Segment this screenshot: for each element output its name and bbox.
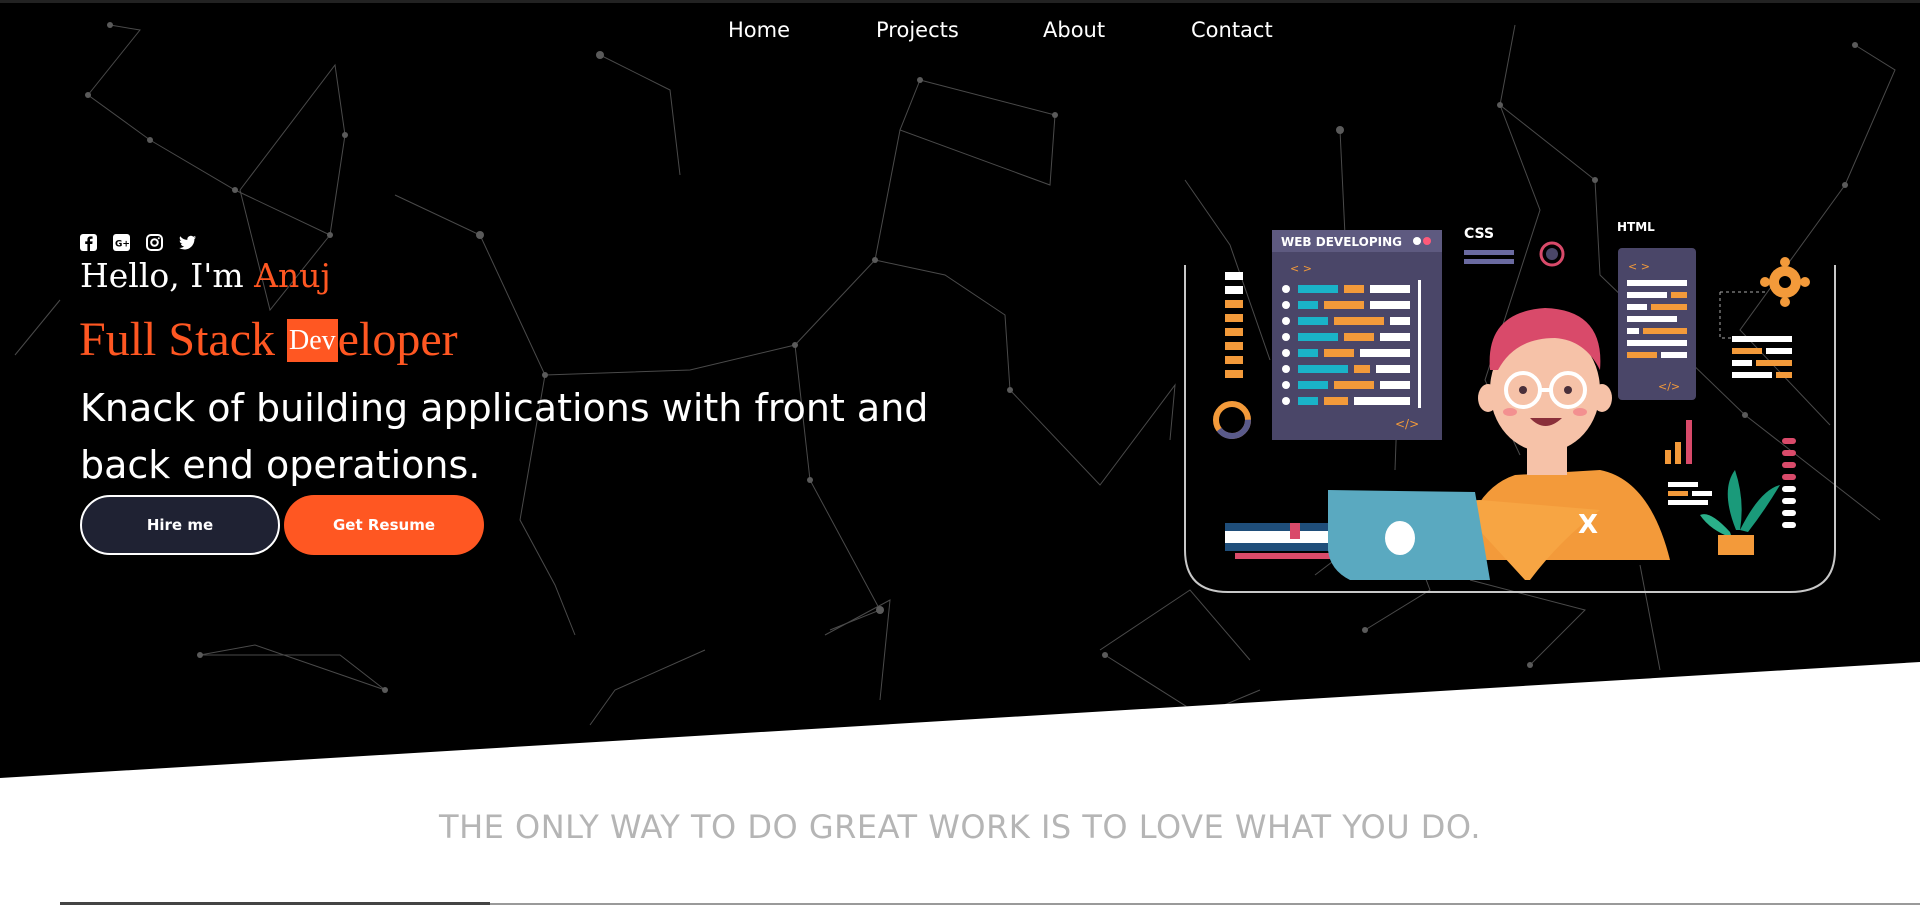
top-navigation: Home Projects About Contact xyxy=(0,18,1920,48)
nav-about[interactable]: About xyxy=(1043,18,1105,42)
hero-section: Home Projects About Contact G+ Hello, I'… xyxy=(0,0,1920,778)
svg-text:< >: < > xyxy=(1628,260,1650,273)
x-mark: X xyxy=(1578,510,1598,540)
developer-illustration: WEB DEVELOPING < > </> CSS HTML < > </> xyxy=(1184,220,1836,593)
nav-projects[interactable]: Projects xyxy=(876,18,959,42)
code-close-tag: </> xyxy=(1395,417,1419,431)
html-label: HTML xyxy=(1617,220,1655,234)
role-suffix: eloper xyxy=(337,313,458,366)
twitter-icon[interactable] xyxy=(178,233,197,252)
css-label: CSS xyxy=(1464,226,1494,242)
plant-icon xyxy=(1700,470,1780,555)
quote-heading: THE ONLY WAY TO DO GREAT WORK IS TO LOVE… xyxy=(439,808,1481,846)
get-resume-button[interactable]: Get Resume xyxy=(284,495,484,555)
greeting-line: Hello, I'm Anuj xyxy=(80,256,331,295)
progress-bars-icon xyxy=(1225,272,1243,378)
google-plus-icon[interactable]: G+ xyxy=(112,233,131,252)
nav-contact[interactable]: Contact xyxy=(1191,18,1273,42)
facebook-icon[interactable] xyxy=(79,233,98,252)
code-open-tag: < > xyxy=(1290,262,1312,275)
role-title: Full Stack Developer xyxy=(79,312,458,367)
tagline: Knack of building applications with fron… xyxy=(80,386,929,487)
books-icon xyxy=(1225,523,1339,559)
social-links: G+ xyxy=(79,233,197,252)
gear-icon xyxy=(1760,257,1810,307)
svg-text:G+: G+ xyxy=(115,240,130,250)
greeting-text: Hello, I'm xyxy=(80,256,244,295)
role-prefix: Full Stack xyxy=(79,313,288,366)
panel-title: WEB DEVELOPING xyxy=(1281,235,1402,249)
instagram-icon[interactable] xyxy=(145,233,164,252)
nav-home[interactable]: Home xyxy=(728,18,790,42)
role-highlight: Dev xyxy=(287,319,338,362)
developer-name: Anuj xyxy=(254,256,331,295)
svg-text:</>: </> xyxy=(1658,380,1680,393)
hire-me-button[interactable]: Hire me xyxy=(80,495,280,555)
